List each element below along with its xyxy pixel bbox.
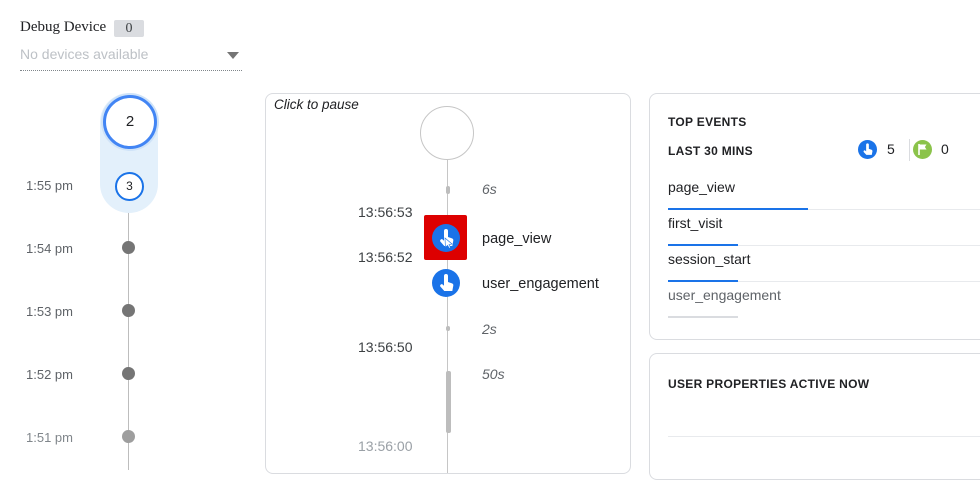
minute-time-label: 1:53 pm [26, 304, 73, 319]
seconds-stream-card[interactable]: Click to pause 6s 13:56:53 page_view 13:… [265, 93, 631, 474]
gap-tick [446, 186, 450, 194]
gap-label: 6s [482, 181, 497, 197]
minute-time-label: 1:51 pm [26, 430, 73, 445]
touch-icon [440, 229, 454, 249]
minute-dot[interactable] [122, 367, 135, 380]
top-events-card: TOP EVENTS LAST 30 MINS 5 0 page_view fi… [649, 93, 980, 340]
device-select-placeholder: No devices available [20, 46, 149, 62]
event-page-view-button[interactable] [432, 224, 460, 252]
event-timestamp: 13:56:00 [358, 438, 413, 454]
top-event-name: page_view [668, 179, 735, 195]
minute-dot[interactable] [122, 241, 135, 254]
user-properties-title: USER PROPERTIES ACTIVE NOW [668, 377, 870, 391]
event-name[interactable]: page_view [482, 231, 551, 247]
top-event-row[interactable]: page_view [668, 174, 980, 210]
top-event-name: first_visit [668, 215, 723, 231]
event-name[interactable]: user_engagement [482, 276, 599, 292]
gap-label: 2s [482, 321, 497, 337]
conversion-count: 0 [941, 141, 949, 157]
gap-tick [446, 371, 451, 433]
count-divider [909, 139, 910, 161]
top-events-title: TOP EVENTS [668, 115, 747, 129]
minute-time-label: 1:55 pm [26, 178, 73, 193]
minute-current-count[interactable]: 2 [103, 95, 157, 149]
minute-time-label: 1:52 pm [26, 367, 73, 382]
minute-time-label: 1:54 pm [26, 241, 73, 256]
event-timestamp: 13:56:52 [358, 249, 413, 265]
top-events-timeframe: LAST 30 MINS [668, 144, 753, 158]
minute-recent-count[interactable]: 3 [115, 172, 144, 201]
user-properties-card: USER PROPERTIES ACTIVE NOW [649, 353, 980, 480]
minute-dot[interactable] [122, 304, 135, 317]
click-to-pause-hint[interactable]: Click to pause [274, 97, 359, 112]
chevron-down-icon[interactable] [227, 52, 239, 59]
event-count: 5 [887, 141, 895, 157]
touch-icon [858, 140, 877, 159]
user-properties-divider [668, 436, 980, 437]
device-select[interactable]: No devices available [20, 44, 242, 71]
event-user-engagement-button[interactable] [432, 269, 460, 297]
event-timestamp: 13:56:50 [358, 339, 413, 355]
debug-device-count-badge: 0 [114, 20, 144, 37]
gap-tick [446, 326, 450, 331]
top-event-name: user_engagement [668, 287, 781, 303]
top-event-row[interactable]: session_start [668, 246, 980, 282]
top-event-row[interactable]: first_visit [668, 210, 980, 246]
gap-label: 50s [482, 366, 505, 382]
flag-icon [913, 140, 932, 159]
debug-device-label: Debug Device [20, 19, 107, 35]
minute-dot[interactable] [122, 430, 135, 443]
event-timestamp: 13:56:53 [358, 204, 413, 220]
top-event-share-bar [668, 316, 738, 318]
touch-icon [440, 274, 454, 291]
seconds-current-circle [420, 106, 474, 160]
top-event-name: session_start [668, 251, 751, 267]
top-event-row[interactable]: user_engagement [668, 282, 980, 318]
